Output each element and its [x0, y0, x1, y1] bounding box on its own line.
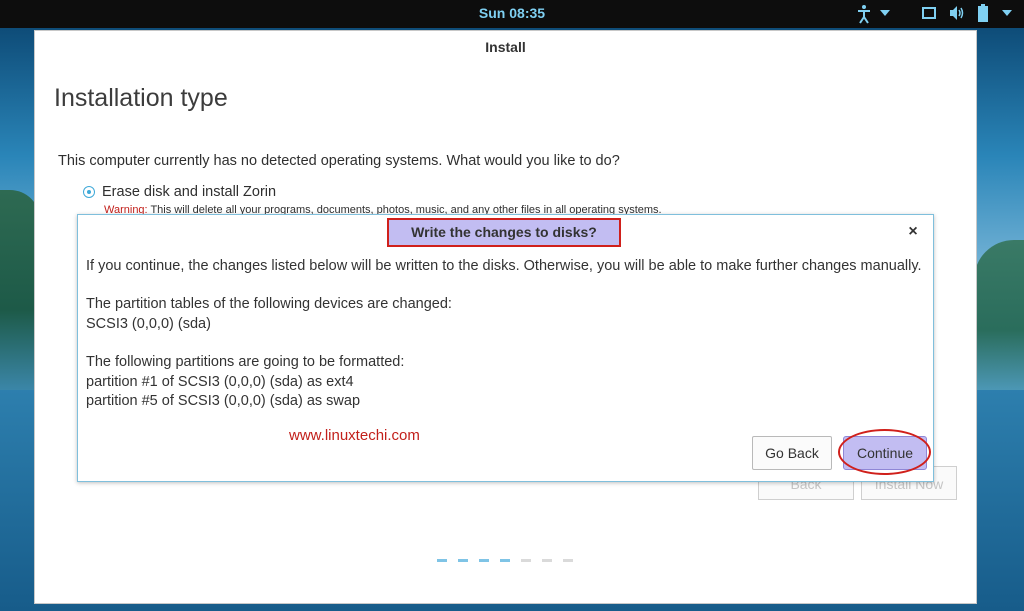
write-changes-dialog: Write the changes to disks? × If you con… [77, 214, 934, 482]
progress-step [542, 559, 552, 562]
page-title: Installation type [54, 84, 228, 112]
partition-entry-2: partition #5 of SCSI3 (0,0,0) (sda) as s… [86, 393, 361, 409]
accessibility-icon[interactable] [856, 4, 872, 24]
window-icon[interactable] [922, 6, 936, 26]
progress-step [563, 559, 573, 562]
go-back-button[interactable]: Go Back [752, 436, 832, 470]
progress-step [500, 559, 510, 562]
erase-disk-label[interactable]: Erase disk and install Zorin [102, 184, 276, 200]
install-question: This computer currently has no detected … [58, 153, 620, 169]
partition-tables-heading: The partition tables of the following de… [86, 296, 452, 312]
volume-icon[interactable] [949, 5, 965, 25]
chevron-down-icon[interactable] [880, 9, 890, 29]
close-icon[interactable]: × [904, 223, 922, 241]
progress-step [479, 559, 489, 562]
watermark-text: www.linuxtechi.com [289, 427, 420, 444]
top-panel: Sun 08:35 [0, 0, 1024, 28]
dialog-intro: If you continue, the changes listed belo… [86, 258, 922, 274]
chevron-down-icon[interactable] [1002, 9, 1012, 29]
erase-disk-radio[interactable] [83, 186, 95, 198]
continue-button[interactable]: Continue [843, 436, 927, 470]
device-entry: SCSI3 (0,0,0) (sda) [86, 316, 211, 332]
window-title: Install [485, 39, 526, 55]
battery-icon[interactable] [978, 4, 988, 24]
wallpaper-hill-right [974, 240, 1024, 390]
partition-entry-1: partition #1 of SCSI3 (0,0,0) (sda) as e… [86, 374, 354, 390]
format-heading: The following partitions are going to be… [86, 354, 405, 370]
dialog-title: Write the changes to disks? [387, 218, 621, 247]
progress-step [437, 559, 447, 562]
progress-step [458, 559, 468, 562]
progress-step [521, 559, 531, 562]
